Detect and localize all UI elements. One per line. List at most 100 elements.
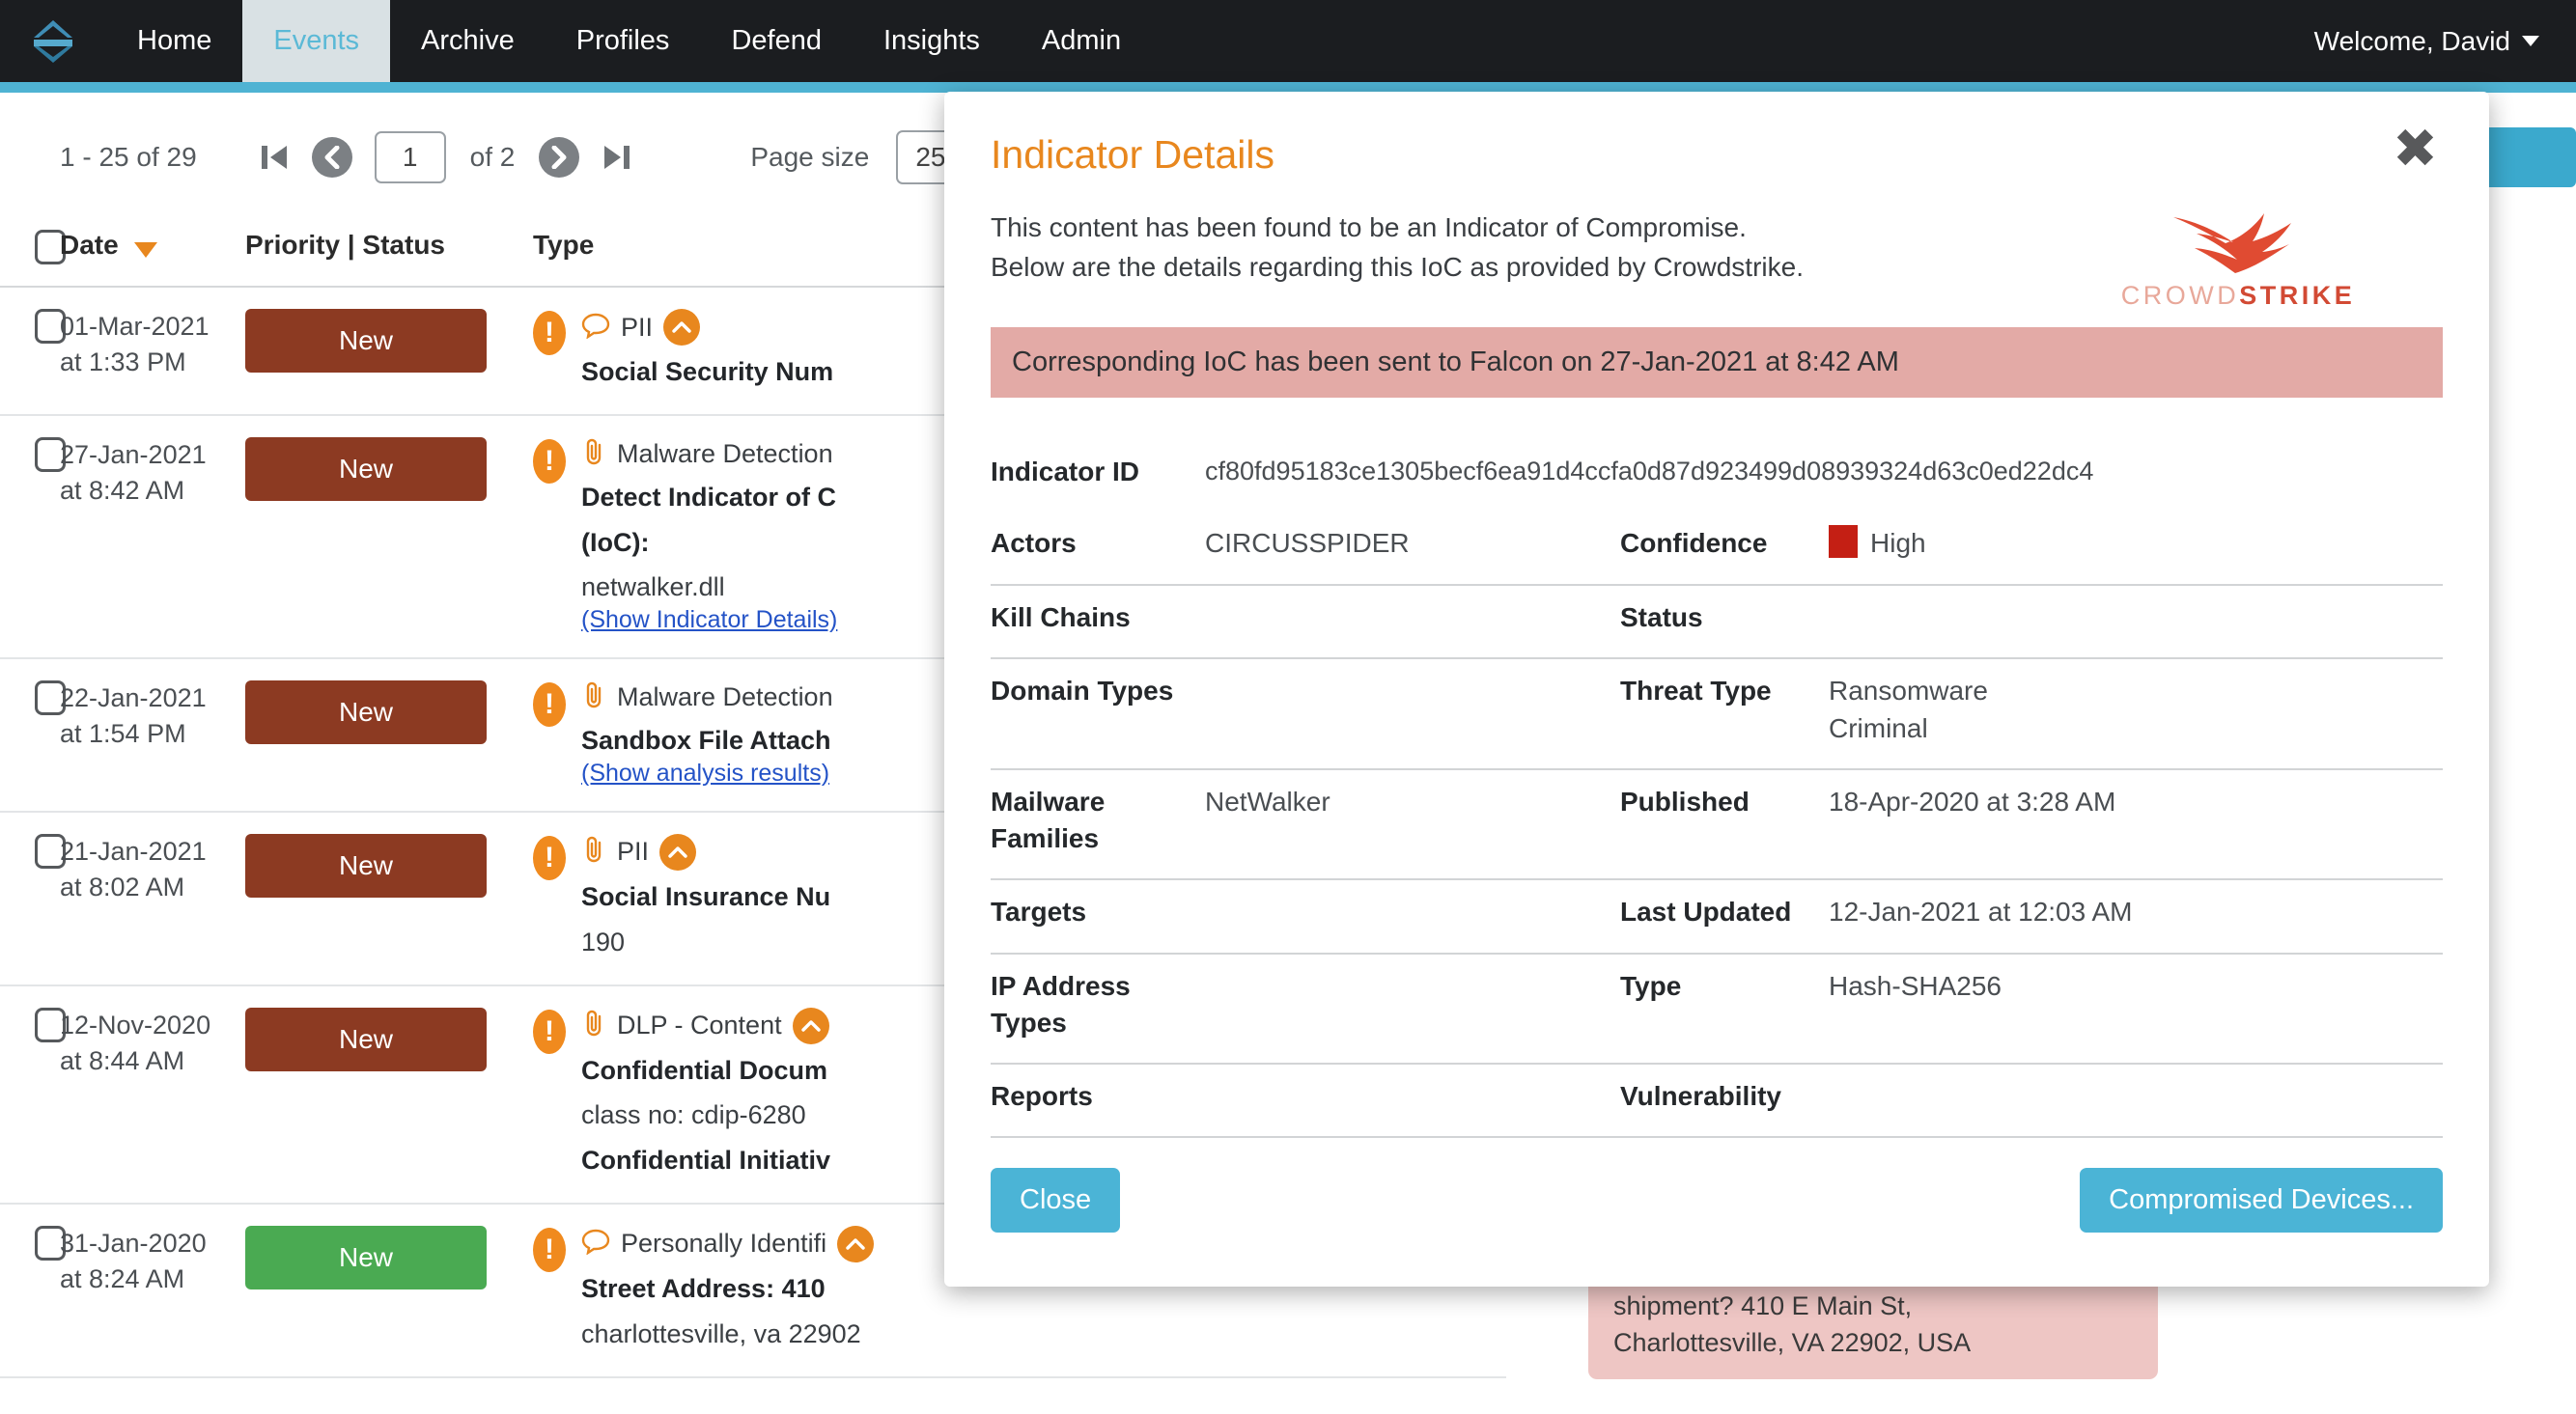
chevron-up-badge-icon[interactable] — [659, 833, 697, 871]
detail-rows: Actors CIRCUSSPIDER Confidence High Kill Cha… — [991, 512, 2443, 1139]
nav-item-home[interactable]: Home — [106, 0, 242, 82]
detail-value-right: 18-Apr-2020 at 3:28 AM — [1829, 784, 2443, 821]
cell-date-time: at 1:33 PM — [60, 347, 186, 377]
detail-row: Mailware Families NetWalker Published 18-Ap… — [991, 770, 2443, 881]
cell-status: New — [245, 833, 533, 898]
status-badge[interactable]: New — [245, 1225, 487, 1289]
detail-label-left: Reports — [991, 1081, 1093, 1112]
vendor-logo-text: CROWDSTRIKE — [2093, 281, 2383, 311]
type-label: PII — [621, 312, 654, 342]
status-badge[interactable]: New — [245, 680, 487, 745]
comment-icon — [581, 312, 610, 344]
nav-item-defend[interactable]: Defend — [700, 0, 853, 82]
status-badge[interactable]: New — [245, 309, 487, 373]
user-menu[interactable]: Welcome, David — [2278, 0, 2576, 82]
detail-value-right-text: 18-Apr-2020 at 3:28 AM — [1829, 787, 2116, 818]
last-page-icon — [604, 145, 630, 169]
chevron-down-icon — [2522, 36, 2539, 46]
ioc-alert-banner: Corresponding IoC has been sent to Falco… — [991, 327, 2443, 399]
nav-item-insights[interactable]: Insights — [853, 0, 1011, 82]
cell-date-time: at 8:02 AM — [60, 873, 185, 902]
compromised-devices-button[interactable]: Compromised Devices... — [2080, 1168, 2443, 1233]
detail-value-left: NetWalker — [1205, 787, 1330, 818]
cell-date: 21-Jan-2021 at 8:02 AM — [60, 834, 245, 906]
next-page-icon — [551, 145, 567, 169]
header-date-label: Date — [60, 230, 119, 260]
sort-descending-arrow-icon — [134, 241, 158, 258]
paperclip-icon — [581, 1009, 606, 1042]
nav-item-profiles[interactable]: Profiles — [546, 0, 701, 82]
detail-label-right: Confidence — [1620, 528, 1768, 559]
detail-row: Reports Vulnerability — [991, 1065, 2443, 1139]
detail-value-right: Hash-SHA256 — [1829, 968, 2443, 1006]
type-detail-line: charlottesville, va 22902 — [581, 1318, 861, 1348]
detail-label-left: Actors — [991, 528, 1077, 559]
detail-label-right: Last Updated — [1620, 897, 1792, 928]
detail-label-right: Status — [1620, 601, 1703, 632]
nav-item-admin[interactable]: Admin — [1011, 0, 1152, 82]
row-select-cell — [0, 436, 66, 472]
detail-value-right-text: 12-Jan-2021 at 12:03 AM — [1829, 897, 2133, 928]
detail-label-right: Vulnerability — [1620, 1081, 1782, 1112]
status-badge[interactable]: New — [245, 1007, 487, 1071]
last-page-button[interactable] — [596, 136, 638, 179]
page-number-input[interactable] — [374, 130, 446, 183]
cell-date: 31-Jan-2020 at 8:24 AM — [60, 1226, 245, 1298]
first-page-button[interactable] — [253, 136, 295, 179]
pager-controls: of 2 — [253, 130, 639, 183]
message-bubble-line1: shipment? 410 E Main St, — [1613, 1291, 1913, 1320]
comment-icon — [581, 1228, 610, 1260]
row-select-cell — [0, 1225, 66, 1261]
app-logo[interactable] — [0, 0, 106, 82]
next-page-button[interactable] — [539, 136, 580, 178]
nav-item-events[interactable]: Events — [242, 0, 391, 82]
nav-item-archive[interactable]: Archive — [390, 0, 546, 82]
detail-row-indicator-id: Indicator ID cf80fd95183ce1305becf6ea91d… — [991, 440, 2443, 512]
paperclip-icon — [581, 437, 606, 471]
close-icon[interactable]: ✖ — [2393, 123, 2443, 179]
detail-value-right: High — [1829, 525, 2443, 563]
row-select-cell — [0, 680, 66, 716]
header-date[interactable]: Date — [60, 230, 245, 261]
detail-row: Actors CIRCUSSPIDER Confidence High — [991, 512, 2443, 586]
top-navbar: Home Events Archive Profiles Defend Insights A… — [0, 0, 2576, 82]
cell-date-time: at 1:54 PM — [60, 719, 186, 749]
status-badge[interactable]: New — [245, 436, 487, 501]
row-select-cell — [0, 1007, 66, 1042]
indicator-details-dialog: ✖ Indicator Details This content has bee… — [944, 92, 2489, 1287]
detail-value-right-text: Hash-SHA256 — [1829, 971, 2002, 1001]
detail-value-right-text: Criminal — [1829, 712, 1928, 743]
detail-row: IP Address Types Type Hash-SHA256 — [991, 955, 2443, 1066]
detail-label-left: Mailware Families — [991, 787, 1106, 854]
detail-value-right-text: Ransomware — [1829, 675, 1988, 706]
cell-date-day: 01-Mar-2021 — [60, 312, 210, 341]
cell-status: New — [245, 1225, 533, 1289]
type-label: PII — [617, 837, 650, 867]
detail-value-left: CIRCUSSPIDER — [1205, 528, 1410, 559]
detail-row: Kill Chains Status — [991, 586, 2443, 659]
chevron-up-badge-icon[interactable] — [792, 1007, 829, 1044]
detail-label-left: Targets — [991, 897, 1087, 928]
cell-status: New — [245, 309, 533, 373]
page-total-label: of 2 — [469, 141, 516, 172]
nav-items: Home Events Archive Profiles Defend Insights A… — [106, 0, 1152, 82]
detail-value-right: 12-Jan-2021 at 12:03 AM — [1829, 894, 2443, 931]
confidence-swatch — [1829, 525, 1858, 559]
detail-row: Targets Last Updated 12-Jan-2021 at 12:03 … — [991, 880, 2443, 955]
page-size-label: Page size — [750, 141, 870, 172]
chevron-up-badge-icon[interactable] — [663, 309, 701, 346]
close-button[interactable]: Close — [991, 1168, 1121, 1233]
row-select-cell — [0, 833, 66, 869]
header-priority-status[interactable]: Priority | Status — [245, 230, 533, 261]
stacked-chevron-logo-icon — [34, 19, 72, 63]
vendor-logo-word-dark: STRIKE — [2239, 281, 2356, 310]
exclamation-icon: ! — [533, 1227, 566, 1272]
status-badge[interactable]: New — [245, 833, 487, 898]
detail-value-right-text: High — [1870, 528, 1926, 559]
detail-value-indicator-id: cf80fd95183ce1305becf6ea91d4ccfa0d87d923… — [1205, 457, 2094, 486]
prev-page-button[interactable] — [311, 136, 352, 178]
cell-date-time: at 8:44 AM — [60, 1045, 185, 1075]
chevron-up-badge-icon[interactable] — [837, 1225, 875, 1262]
detail-row: Domain Types Threat Type Ransomware Crimina… — [991, 659, 2443, 771]
